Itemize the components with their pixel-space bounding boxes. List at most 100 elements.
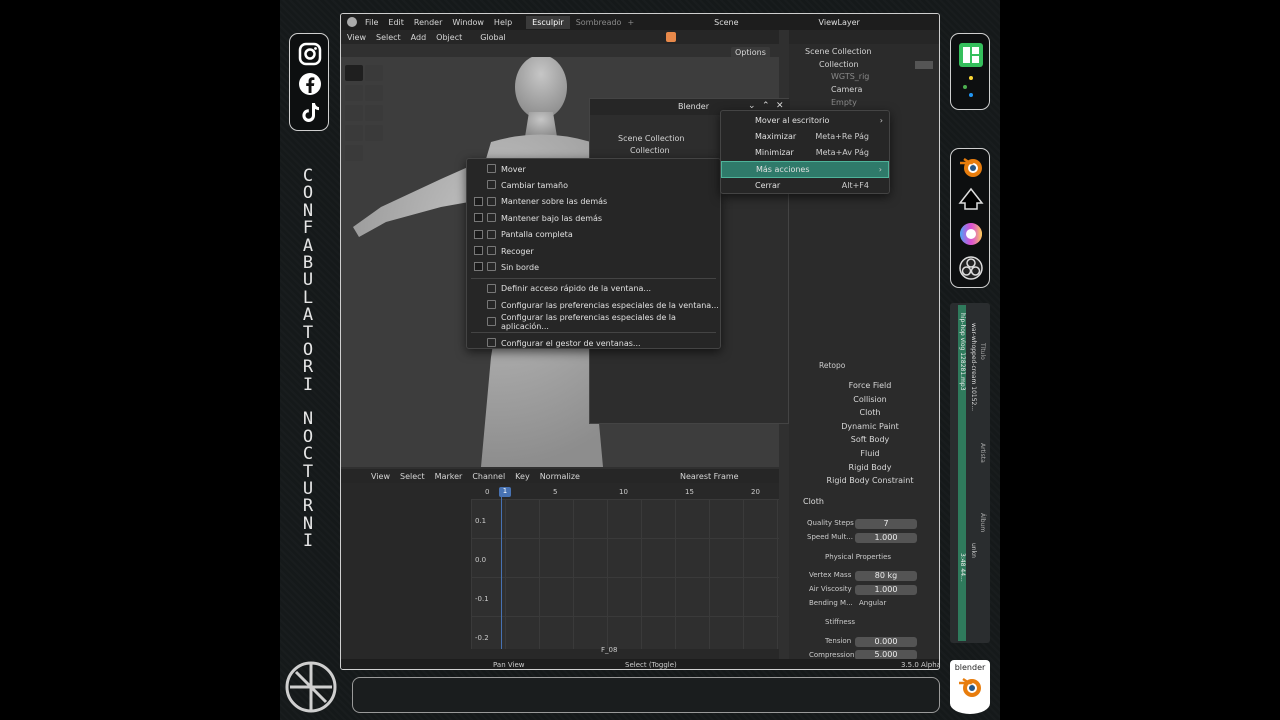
physics-button[interactable]: Cloth [803,406,937,420]
fullscreen-icon [487,229,496,239]
outliner-collection[interactable]: Collection [819,60,859,73]
graph-area[interactable] [471,499,779,649]
context-menu-item[interactable]: Mover [467,161,720,177]
physics-button[interactable]: Collision [803,393,937,407]
physics-button[interactable]: Dynamic Paint [803,420,937,434]
blender-icon[interactable] [958,154,984,180]
krita-icon[interactable] [958,221,984,247]
window-menu-item[interactable]: Mover al escritorio › [721,112,889,128]
menu-window[interactable]: Window [452,18,484,27]
track-title-2[interactable]: war-whopped-cream 10152... [970,323,977,503]
measure-tool-icon[interactable] [365,125,383,141]
context-menu-item[interactable]: Configurar las preferencias especiales d… [467,313,720,331]
graph-menu-select[interactable]: Select [400,472,425,481]
instagram-icon[interactable] [298,42,322,66]
stiffness-title[interactable]: Stiffness [825,618,855,626]
bending-model-dropdown[interactable]: Angular [859,599,886,607]
physics-button[interactable]: Soft Body [803,433,937,447]
viewport-menu-view[interactable]: View [347,33,366,42]
annotate-tool-icon[interactable] [345,125,363,141]
facebook-icon[interactable] [298,72,322,96]
vertex-mass-field[interactable]: 80 kg [855,571,917,581]
rotate-tool-icon[interactable] [365,85,383,101]
outliner-wgts-rig[interactable]: WGTS_rig [831,72,869,85]
outliner-scene-collection[interactable]: Scene Collection [805,47,872,60]
float-scene-collection[interactable]: Scene Collection [618,134,685,147]
normalize-toggle[interactable]: Normalize [540,472,580,481]
graph-menu-key[interactable]: Key [515,472,530,481]
tiktok-icon[interactable] [298,101,322,125]
menu-edit[interactable]: Edit [388,18,404,27]
float-collection[interactable]: Collection [630,146,670,159]
context-menu-item[interactable]: Definir acceso rápido de la ventana... [467,281,720,297]
quality-steps-field[interactable]: 7 [855,519,917,529]
air-viscosity-field[interactable]: 1.000 [855,585,917,595]
cloth-panel-title[interactable]: Cloth [803,497,824,506]
blender-menu-icon[interactable] [347,17,357,27]
scene-selector[interactable]: Scene [714,18,738,27]
physics-button[interactable]: Rigid Body Constraint [803,474,937,488]
scale-tool-icon[interactable] [345,105,363,121]
menu-help[interactable]: Help [494,18,512,27]
context-menu-item[interactable]: Configurar el gestor de ventanas... [467,335,720,351]
checkbox[interactable] [474,229,483,239]
tension-field[interactable]: 0.000 [855,637,917,647]
physics-buttons: Force Field Collision Cloth Dynamic Paint So… [803,379,937,488]
marker-f08[interactable]: F_08 [601,646,617,654]
orientation-dropdown[interactable]: Global [480,33,506,42]
context-menu-item[interactable]: Mantener bajo las demás [467,210,720,226]
context-menu-item[interactable]: Pantalla completa [467,227,720,243]
context-menu-item[interactable]: Cambiar tamaño [467,177,720,193]
checkbox[interactable] [474,196,483,206]
viewport-menu-select[interactable]: Select [376,33,401,42]
kde-dots-icon[interactable] [963,76,979,100]
viewlayer-selector[interactable]: ViewLayer [819,18,860,27]
context-menu-item[interactable]: Mantener sobre las demás [467,194,720,210]
physics-button[interactable]: Force Field [803,379,937,393]
outliner-camera[interactable]: Camera [831,85,862,98]
graph-menu-marker[interactable]: Marker [435,472,463,481]
outliner-empty[interactable]: Empty [831,98,857,111]
move-tool-icon[interactable] [345,85,363,101]
window-menu-item[interactable]: Más acciones › [721,161,889,178]
manjaro-icon[interactable] [959,43,983,67]
physics-button[interactable]: Fluid [803,447,937,461]
shortcut-label: Meta+Av Pág [815,148,869,158]
checkbox[interactable] [474,213,483,223]
menu-file[interactable]: File [365,18,378,27]
cursor-tool-icon[interactable] [365,65,383,81]
add-cube-tool-icon[interactable] [345,145,363,161]
bending-model-label: Bending M... [809,599,853,607]
physical-properties-title[interactable]: Physical Properties [825,553,891,561]
current-frame-indicator[interactable]: 1 [499,487,511,497]
viewport-menu-object[interactable]: Object [436,33,462,42]
window-menu-item[interactable]: Cerrar Alt+F4 [721,178,889,194]
context-menu-item[interactable]: Sin borde [467,259,720,275]
transform-tool-icon[interactable] [365,105,383,121]
frame-tick-15: 15 [685,488,694,496]
add-workspace-button[interactable]: + [627,18,634,27]
window-menu-item[interactable]: Maximizar Meta+Re Pág [721,128,889,144]
context-menu-item[interactable]: Configurar las preferencias especiales d… [467,297,720,313]
tab-sombreado[interactable]: Sombreado [570,16,628,29]
graph-menu-view[interactable]: View [371,472,390,481]
visibility-icons[interactable] [915,61,933,69]
speed-mult-field[interactable]: 1.000 [855,533,917,543]
physics-button[interactable]: Rigid Body [803,461,937,475]
checkbox[interactable] [474,262,483,272]
checkbox[interactable] [474,245,483,255]
select-box-tool-icon[interactable] [345,65,363,81]
inkscape-icon[interactable] [958,187,984,213]
graph-menu-channel[interactable]: Channel [472,472,505,481]
overlay-toggle-icon[interactable] [665,32,676,42]
social-panel [289,33,329,131]
context-menu-item[interactable]: Recoger [467,243,720,259]
window-menu-item[interactable]: Minimizar Meta+Av Pág [721,145,889,161]
obs-icon[interactable] [958,255,984,281]
viewport-menu-add[interactable]: Add [411,33,427,42]
bottom-input-bar[interactable] [352,677,940,713]
menu-render[interactable]: Render [414,18,442,27]
tab-esculpir[interactable]: Esculpir [526,15,570,29]
track-title[interactable]: hip-hop vlog 128281.mp3 [959,313,966,633]
frame-mode-dropdown[interactable]: Nearest Frame [680,472,739,481]
